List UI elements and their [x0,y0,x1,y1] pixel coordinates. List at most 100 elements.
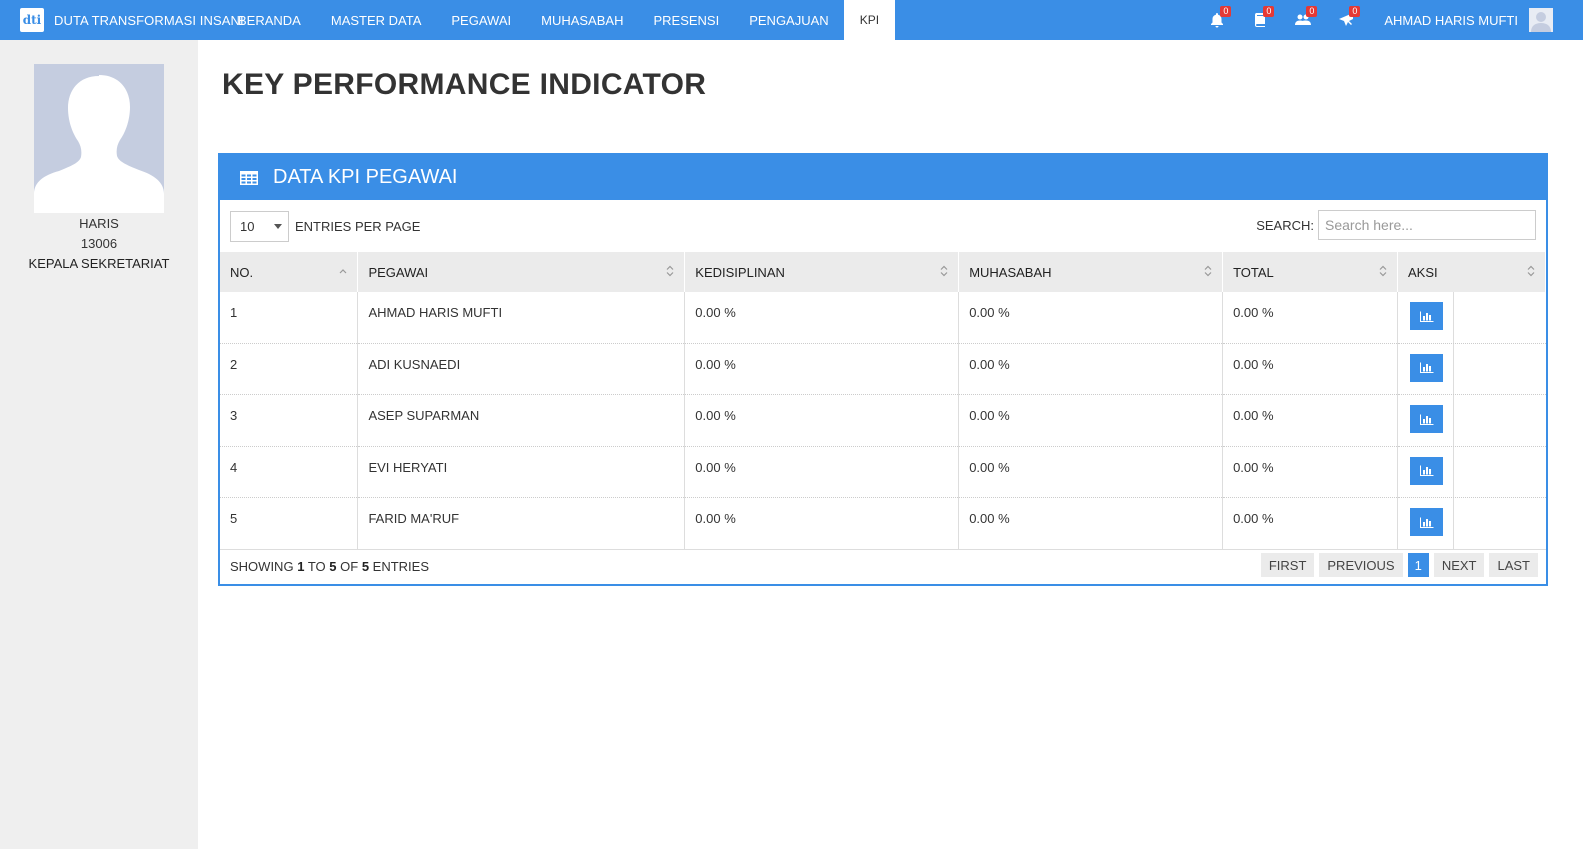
pagination-last-button[interactable]: LAST [1489,553,1538,577]
column-label: MUHASABAH [969,264,1052,280]
entries-per-page-select[interactable]: 10 [230,211,289,242]
column-header-kedisiplinan[interactable]: KEDISIPLINAN [684,252,960,292]
notification-badge: 0 [1220,6,1232,17]
notification-plane-button[interactable]: 0 [1324,0,1367,40]
sort-icon [1527,265,1535,277]
search-control: SEARCH: [1256,210,1536,240]
notification-bell-button[interactable]: 0 [1195,0,1238,40]
table-row: 5 FARID MA'RUF 0.00 % 0.00 % 0.00 % [220,497,1546,550]
notification-book-button[interactable]: 0 [1238,0,1281,40]
brand-logo-icon: dti [20,8,44,32]
page-title: KEY PERFORMANCE INDICATOR [222,68,707,101]
cell-no: 2 [220,343,359,395]
entries-control: 10 ENTRIES PER PAGE [230,211,420,242]
view-chart-button[interactable] [1410,456,1443,485]
info-entries-word: ENTRIES [372,559,430,574]
caret-down-icon [274,224,282,229]
nav-item-kpi[interactable]: KPI [843,0,896,40]
nav-item-muhasabah[interactable]: MUHASABAH [526,0,638,40]
info-from: 1 [297,559,305,574]
sort-icon [1379,265,1387,277]
pagination-previous-button[interactable]: PREVIOUS [1319,553,1403,577]
bar-chart-icon [1419,311,1433,322]
main-nav: BERANDA MASTER DATA PEGAWAI MUHASABAH PR… [223,0,896,40]
cell-total: 0.00 % [1222,343,1398,395]
cell-total: 0.00 % [1222,446,1398,498]
bar-chart-icon [1419,414,1433,425]
view-chart-button[interactable] [1410,353,1443,382]
cell-muhasabah: 0.00 % [958,292,1224,344]
panel-title: DATA KPI PEGAWAI [273,166,458,188]
aksi-wrap [1398,498,1454,549]
nav-item-master-data[interactable]: MASTER DATA [316,0,437,40]
entries-label: ENTRIES PER PAGE [295,219,421,234]
sort-asc-icon [340,269,347,274]
bar-chart-icon [1419,517,1433,528]
user-name[interactable]: AHMAD HARIS MUFTI [1384,13,1518,28]
notification-badge: 0 [1263,6,1275,17]
cell-muhasabah: 0.00 % [958,343,1224,395]
column-label: TOTAL [1233,264,1274,280]
cell-aksi [1397,394,1546,447]
search-input[interactable] [1318,210,1536,240]
column-label: NO. [230,264,254,280]
column-header-muhasabah[interactable]: MUHASABAH [958,252,1224,292]
info-to-word: TO [307,559,326,574]
cell-aksi [1397,497,1546,550]
cell-total: 0.00 % [1222,497,1398,550]
cell-muhasabah: 0.00 % [958,446,1224,498]
view-chart-button[interactable] [1410,508,1443,536]
cell-kedisiplinan: 0.00 % [684,446,960,498]
nav-item-pegawai[interactable]: PEGAWAI [436,0,526,40]
brand[interactable]: dti DUTA TRANSFORMASI INSANI [20,0,244,40]
info-to: 5 [329,559,337,574]
cell-kedisiplinan: 0.00 % [684,497,960,550]
notification-badge: 0 [1349,6,1361,17]
cell-no: 3 [220,394,359,447]
pagination-first-button[interactable]: FIRST [1260,553,1315,577]
cell-aksi [1397,343,1546,395]
sort-icon [666,265,674,277]
notification-badge: 0 [1306,6,1318,17]
avatar-icon [1531,12,1551,32]
profile-avatar [34,64,164,213]
cell-pegawai: AHMAD HARIS MUFTI [357,292,686,344]
bar-chart-icon [1419,362,1433,373]
sidebar: HARIS 13006 KEPALA SEKRETARIAT [0,40,198,849]
cell-aksi [1397,292,1546,344]
column-header-total[interactable]: TOTAL [1222,252,1398,292]
cell-pegawai: ASEP SUPARMAN [357,394,686,447]
aksi-wrap [1398,292,1454,343]
cell-total: 0.00 % [1222,292,1398,344]
nav-item-pengajuan[interactable]: PENGAJUAN [734,0,843,40]
view-chart-button[interactable] [1410,302,1443,330]
bar-chart-icon [1419,465,1433,476]
cell-muhasabah: 0.00 % [958,497,1224,550]
table-row: 2 ADI KUSNAEDI 0.00 % 0.00 % 0.00 % [220,343,1546,395]
info-total: 5 [361,559,370,574]
aksi-wrap [1398,343,1454,394]
nav-right: 0 0 0 0 AHMAD HARIS MUFTI [1195,0,1583,40]
nav-item-beranda[interactable]: BERANDA [223,0,316,40]
column-label: KEDISIPLINAN [695,264,785,280]
column-header-no[interactable]: NO. [220,252,359,292]
nav-item-presensi[interactable]: PRESENSI [638,0,734,40]
cell-aksi [1397,446,1546,498]
profile-role: KEPALA SEKRETARIAT [28,256,170,271]
view-chart-button[interactable] [1410,405,1443,433]
cell-no: 5 [220,497,359,550]
table-row: 4 EVI HERYATI 0.00 % 0.00 % 0.00 % [220,446,1546,498]
column-header-aksi[interactable]: AKSI [1397,252,1546,292]
table-row: 1 AHMAD HARIS MUFTI 0.00 % 0.00 % 0.00 % [220,292,1546,344]
user-avatar[interactable] [1529,8,1553,32]
brand-name: DUTA TRANSFORMASI INSANI [54,12,244,28]
table-icon [240,170,258,185]
kpi-table: NO. PEGAWAI KEDISIPLINAN MUHASABAH TOTAL… [220,252,1546,550]
pagination-page-1[interactable]: 1 [1407,553,1429,577]
cell-no: 1 [220,292,359,344]
pagination-next-button[interactable]: NEXT [1433,553,1485,577]
aksi-wrap [1398,446,1454,497]
cell-muhasabah: 0.00 % [958,394,1224,447]
notification-users-button[interactable]: 0 [1281,0,1324,40]
column-header-pegawai[interactable]: PEGAWAI [357,252,686,292]
